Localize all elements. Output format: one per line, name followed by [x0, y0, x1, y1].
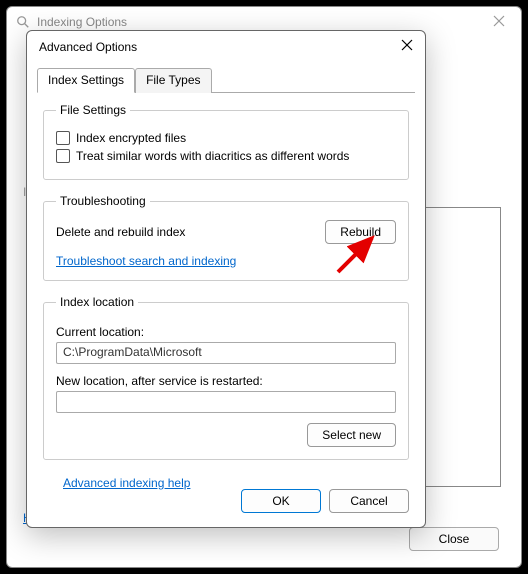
tab-content: File Settings Index encrypted files Trea… — [27, 93, 425, 502]
current-location-label: Current location: — [56, 325, 396, 339]
new-location-field[interactable] — [56, 391, 396, 413]
outer-window-title: Indexing Options — [37, 15, 127, 29]
magnifier-icon — [15, 14, 31, 30]
cancel-button[interactable]: Cancel — [329, 489, 409, 513]
rebuild-button[interactable]: Rebuild — [325, 220, 396, 244]
file-settings-legend: File Settings — [56, 103, 130, 117]
advanced-help-link[interactable]: Advanced indexing help — [63, 476, 190, 490]
outer-close-label: Close — [439, 532, 470, 546]
current-location-field[interactable]: C:\ProgramData\Microsoft — [56, 342, 396, 364]
label-index-encrypted: Index encrypted files — [76, 131, 186, 145]
tab-index-settings[interactable]: Index Settings — [37, 68, 135, 93]
outer-close-button[interactable] — [485, 11, 513, 34]
select-new-button[interactable]: Select new — [307, 423, 396, 447]
dialog-footer: OK Cancel — [241, 489, 409, 513]
index-location-group: Index location Current location: C:\Prog… — [43, 295, 409, 460]
troubleshooting-legend: Troubleshooting — [56, 194, 150, 208]
troubleshooting-group: Troubleshooting Delete and rebuild index… — [43, 194, 409, 281]
checkbox-index-encrypted[interactable] — [56, 131, 70, 145]
file-settings-group: File Settings Index encrypted files Trea… — [43, 103, 409, 180]
index-location-legend: Index location — [56, 295, 138, 309]
inner-close-button[interactable] — [401, 38, 413, 56]
label-diacritics: Treat similar words with diacritics as d… — [76, 149, 349, 163]
rebuild-index-label: Delete and rebuild index — [56, 225, 185, 239]
troubleshoot-link[interactable]: Troubleshoot search and indexing — [56, 254, 236, 268]
new-location-label: New location, after service is restarted… — [56, 374, 396, 388]
tab-file-types[interactable]: File Types — [135, 68, 211, 93]
tab-bar: Index Settings File Types — [37, 67, 415, 93]
outer-close-dialog-button[interactable]: Close — [409, 527, 499, 551]
checkbox-diacritics[interactable] — [56, 149, 70, 163]
inner-titlebar: Advanced Options — [27, 31, 425, 63]
ok-button[interactable]: OK — [241, 489, 321, 513]
inner-window-title: Advanced Options — [39, 40, 137, 54]
advanced-options-window: Advanced Options Index Settings File Typ… — [26, 30, 426, 528]
